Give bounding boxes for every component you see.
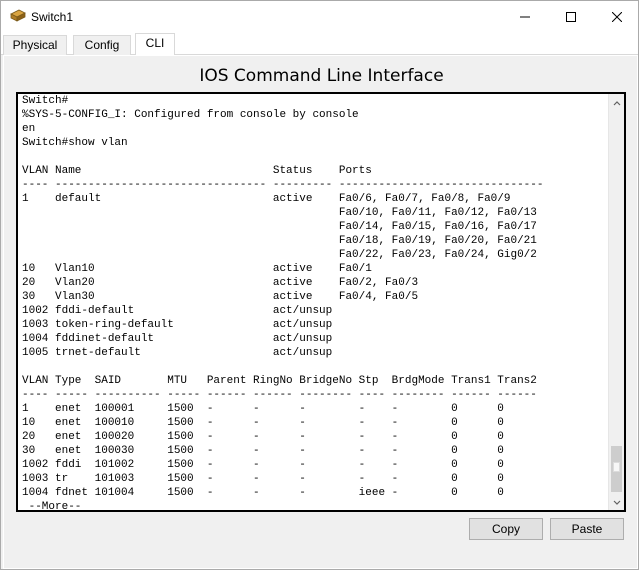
scroll-thumb-grip (613, 462, 620, 472)
switch-device-icon (10, 9, 26, 23)
close-icon (612, 12, 622, 22)
scroll-up-button[interactable] (609, 94, 625, 110)
paste-button[interactable]: Paste (550, 518, 624, 540)
scroll-thumb[interactable] (611, 446, 622, 492)
terminal-output[interactable]: Switch# %SYS-5-CONFIG_I: Configured from… (22, 94, 607, 510)
cli-panel: IOS Command Line Interface Switch# %SYS-… (3, 55, 638, 569)
terminal-text: Switch# %SYS-5-CONFIG_I: Configured from… (22, 95, 544, 510)
maximize-icon (566, 12, 576, 22)
tab-physical[interactable]: Physical (3, 35, 67, 55)
scroll-down-button[interactable] (609, 494, 625, 510)
tab-strip: Physical Config CLI (1, 33, 638, 56)
copy-button[interactable]: Copy (469, 518, 543, 540)
terminal-frame: Switch# %SYS-5-CONFIG_I: Configured from… (16, 92, 626, 512)
switch-window: Switch1 Physical Config CLI IOS Command … (0, 0, 639, 570)
close-button[interactable] (594, 1, 639, 33)
tab-cli[interactable]: CLI (135, 33, 175, 56)
vertical-scrollbar[interactable] (608, 94, 624, 510)
tab-config[interactable]: Config (73, 35, 131, 55)
window-title: Switch1 (31, 10, 74, 24)
maximize-button[interactable] (548, 1, 594, 33)
title-bar[interactable]: Switch1 (1, 1, 638, 33)
cli-heading: IOS Command Line Interface (199, 66, 444, 86)
chevron-up-icon (613, 95, 621, 109)
chevron-down-icon (613, 495, 621, 509)
minimize-icon (520, 12, 530, 22)
minimize-button[interactable] (502, 1, 548, 33)
